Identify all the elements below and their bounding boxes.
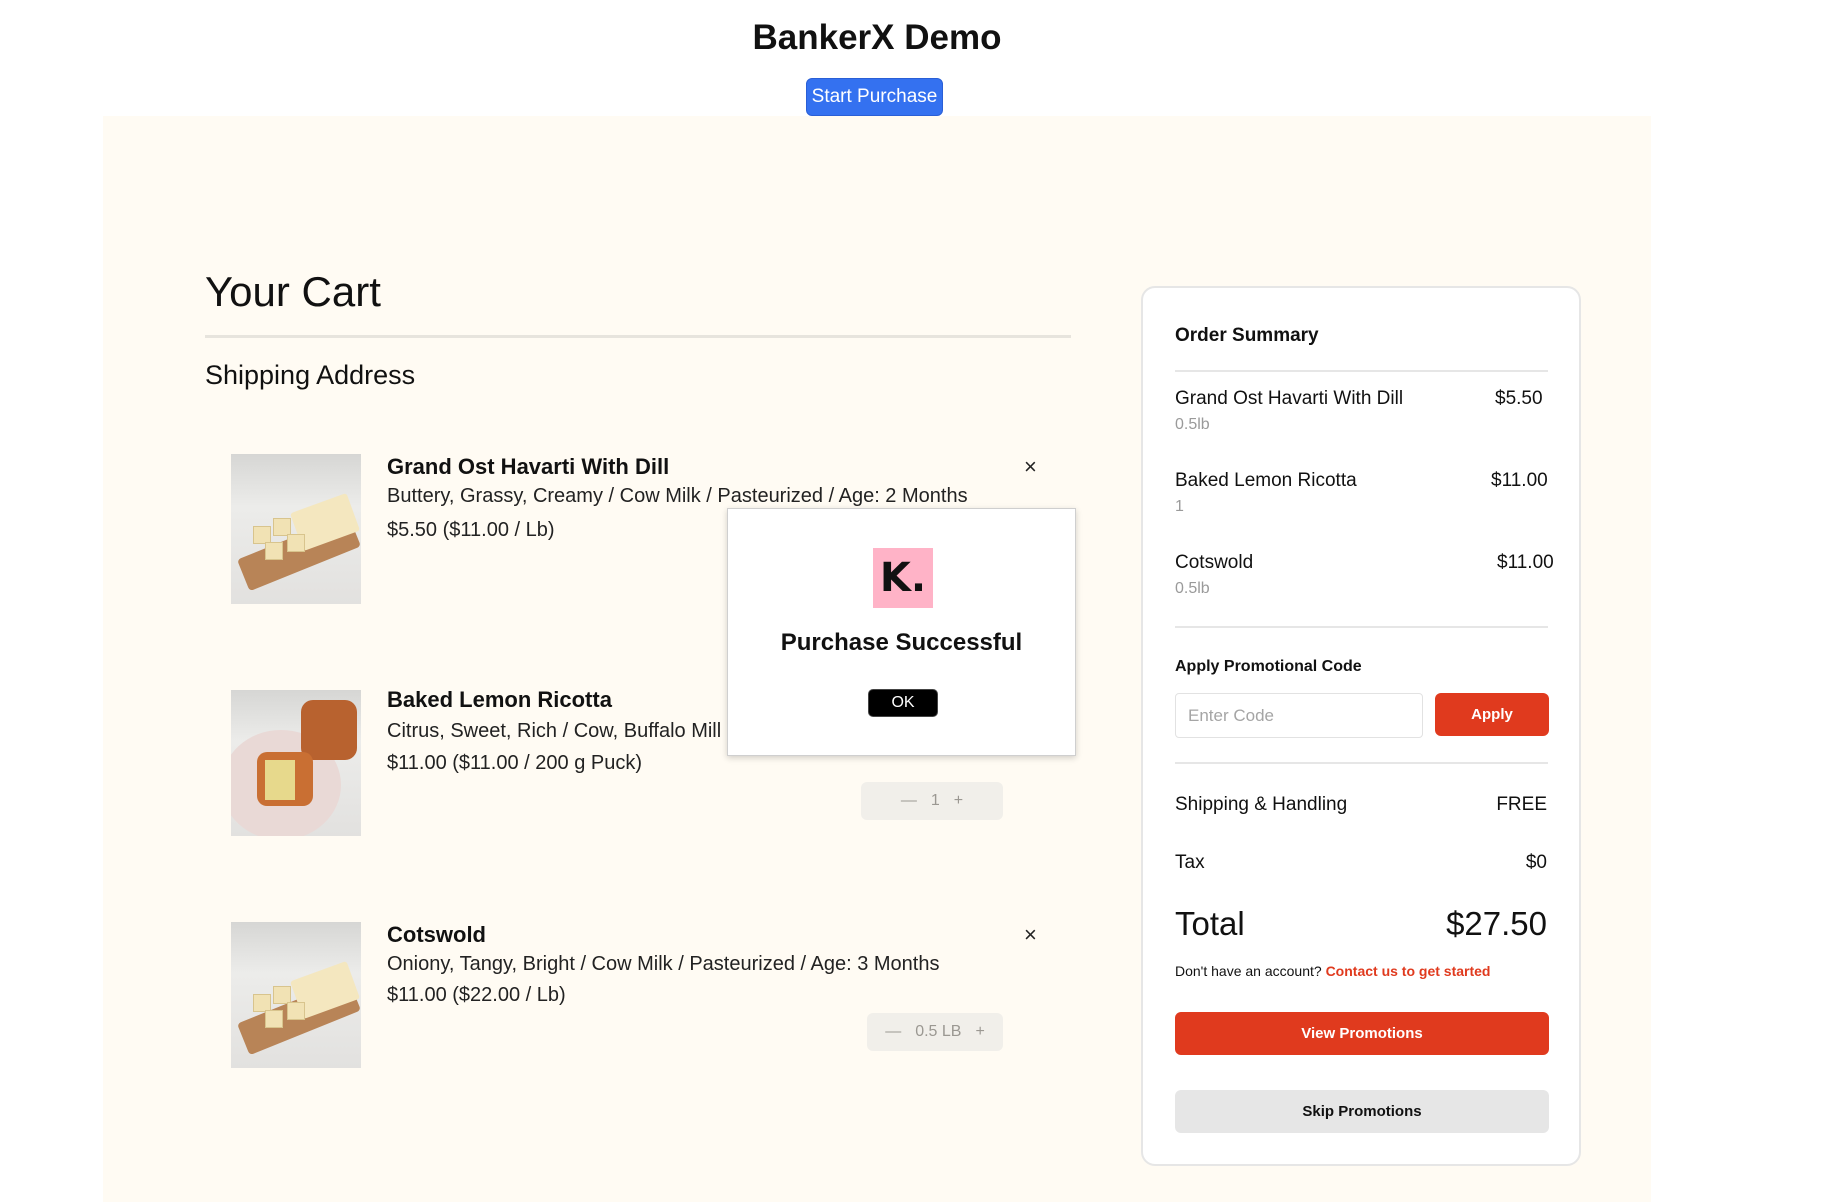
account-prompt-text: Don't have an account? bbox=[1175, 963, 1322, 979]
cart-title: Your Cart bbox=[205, 268, 381, 315]
plus-icon[interactable]: + bbox=[975, 1023, 984, 1041]
ok-button[interactable]: OK bbox=[868, 689, 938, 717]
tax-value: $0 bbox=[1525, 852, 1547, 873]
total-label: Total bbox=[1175, 905, 1245, 942]
start-purchase-button[interactable]: Start Purchase bbox=[806, 78, 943, 116]
item-name[interactable]: Baked Lemon Ricotta bbox=[387, 687, 612, 713]
summary-divider bbox=[1175, 762, 1548, 764]
purchase-success-dialog: K. Purchase Successful OK bbox=[727, 508, 1076, 756]
product-image-cotswold bbox=[231, 922, 361, 1068]
product-image-havarti bbox=[231, 454, 361, 604]
shipping-label: Shipping & Handling bbox=[1175, 794, 1348, 815]
item-price: $11.00 ($11.00 / 200 g Puck) bbox=[387, 752, 642, 774]
item-name[interactable]: Cotswold bbox=[387, 922, 486, 948]
summary-item-qty: 1 bbox=[1175, 498, 1184, 515]
shipping-value: FREE bbox=[1496, 794, 1547, 815]
apply-promo-button[interactable]: Apply bbox=[1435, 693, 1549, 736]
quantity-stepper[interactable]: — 1 + bbox=[861, 782, 1003, 820]
page-title: BankerX Demo bbox=[752, 18, 1002, 57]
cart-divider bbox=[205, 335, 1071, 338]
contact-us-link[interactable]: Contact us to get started bbox=[1326, 963, 1491, 979]
product-image-ricotta bbox=[231, 690, 361, 836]
view-promotions-button[interactable]: View Promotions bbox=[1175, 1012, 1549, 1055]
item-name[interactable]: Grand Ost Havarti With Dill bbox=[387, 454, 669, 480]
dialog-title: Purchase Successful bbox=[780, 629, 1023, 656]
quantity-stepper[interactable]: — 0.5 LB + bbox=[867, 1013, 1003, 1051]
item-price: $5.50 ($11.00 / Lb) bbox=[387, 519, 555, 541]
summary-divider bbox=[1175, 626, 1548, 628]
summary-item-qty: 0.5lb bbox=[1175, 416, 1210, 433]
order-summary-title: Order Summary bbox=[1175, 325, 1319, 346]
summary-item-qty: 0.5lb bbox=[1175, 580, 1210, 597]
account-prompt: Don't have an account? Contact us to get… bbox=[1175, 963, 1490, 979]
item-description: Oniony, Tangy, Bright / Cow Milk / Paste… bbox=[387, 953, 940, 975]
shipping-address-title: Shipping Address bbox=[205, 360, 416, 390]
summary-divider bbox=[1175, 370, 1548, 372]
quantity-value: 1 bbox=[930, 792, 940, 809]
total-value: $27.50 bbox=[1446, 905, 1547, 942]
summary-item-price: $11.00 bbox=[1497, 552, 1554, 573]
summary-item-price: $5.50 bbox=[1495, 388, 1543, 409]
item-description: Buttery, Grassy, Creamy / Cow Milk / Pas… bbox=[387, 485, 968, 507]
summary-item-name: Baked Lemon Ricotta bbox=[1175, 470, 1357, 491]
promo-code-label: Apply Promotional Code bbox=[1175, 658, 1362, 675]
minus-icon[interactable]: — bbox=[901, 792, 917, 810]
promo-code-input[interactable] bbox=[1175, 693, 1423, 738]
remove-item-icon[interactable]: × bbox=[1024, 922, 1037, 948]
item-price: $11.00 ($22.00 / Lb) bbox=[387, 984, 566, 1006]
remove-item-icon[interactable]: × bbox=[1024, 454, 1037, 480]
quantity-value: 0.5 LB bbox=[915, 1023, 962, 1040]
minus-icon[interactable]: — bbox=[885, 1023, 901, 1041]
summary-item-name: Cotswold bbox=[1175, 552, 1254, 573]
klarna-logo-icon: K. bbox=[873, 548, 933, 608]
item-description: Citrus, Sweet, Rich / Cow, Buffalo Mill bbox=[387, 720, 722, 742]
cart-item: Cotswold Oniony, Tangy, Bright / Cow Mil… bbox=[231, 922, 1037, 1070]
order-summary-card: Order Summary Grand Ost Havarti With Dil… bbox=[1141, 286, 1581, 1166]
skip-promotions-button[interactable]: Skip Promotions bbox=[1175, 1090, 1549, 1133]
summary-item-name: Grand Ost Havarti With Dill bbox=[1175, 388, 1404, 409]
summary-item-price: $11.00 bbox=[1491, 470, 1548, 491]
tax-label: Tax bbox=[1175, 852, 1205, 873]
plus-icon[interactable]: + bbox=[954, 792, 963, 810]
